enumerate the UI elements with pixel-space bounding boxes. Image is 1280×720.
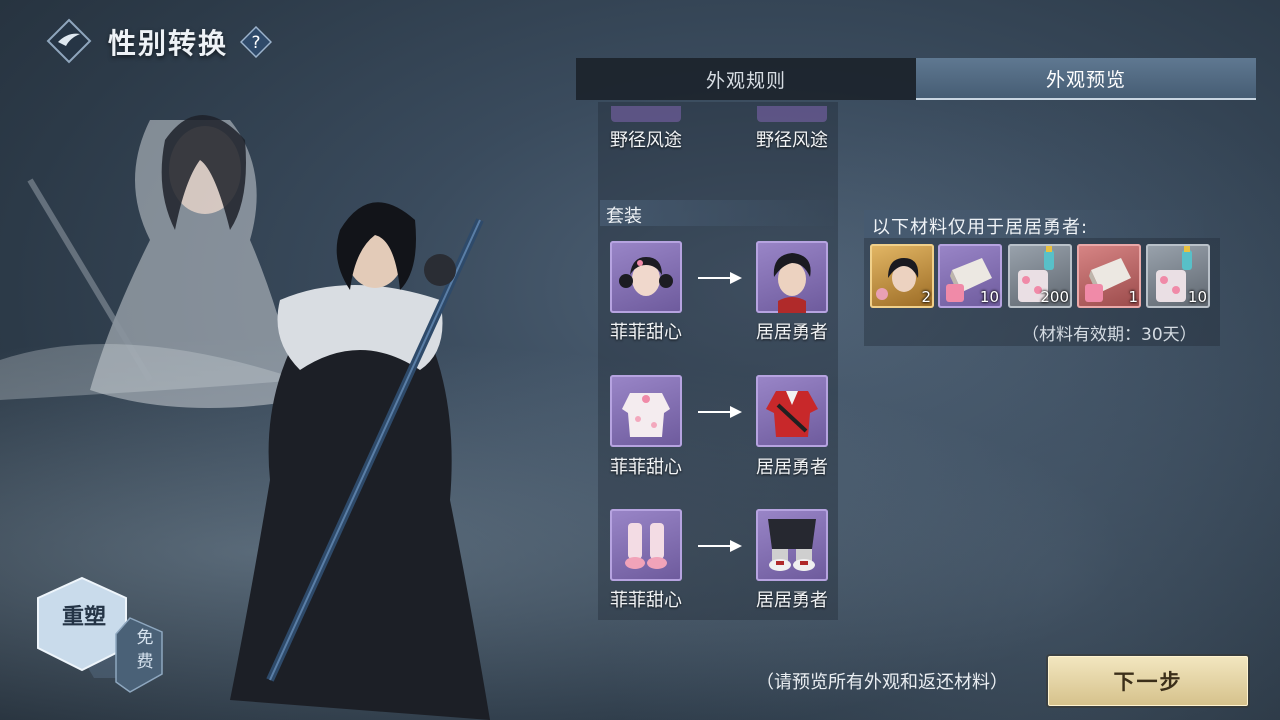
top-item-card-to[interactable] (757, 106, 827, 122)
material-qty: 1 (1128, 288, 1138, 306)
from-card-hair[interactable] (610, 241, 682, 313)
to-name-hair: 居居勇者 (756, 322, 828, 343)
top-icon-female (622, 393, 670, 437)
top-from-name: 野径风途 (610, 130, 682, 151)
arrow-right-icon (698, 540, 742, 552)
page-title: 性别转换 (108, 27, 229, 60)
preview-hint: （请预览所有外观和返还材料） (756, 672, 1008, 693)
hair-icon-male (773, 253, 811, 313)
to-card-shoes[interactable] (756, 509, 828, 581)
from-card-shoes[interactable] (610, 509, 682, 581)
shoes-icon-female (625, 523, 667, 569)
top-icon-male (766, 391, 818, 437)
materials-title: 以下材料仅用于居居勇者: (872, 217, 1089, 238)
hair-icon-female (619, 257, 673, 296)
from-name-hair: 菲菲甜心 (610, 322, 682, 343)
to-card-top[interactable] (756, 375, 828, 447)
top-to-name: 野径风途 (756, 130, 828, 151)
from-card-top[interactable] (610, 375, 682, 447)
to-name-shoes: 居居勇者 (756, 590, 828, 611)
material-qty: 200 (1040, 288, 1069, 306)
section-title: 套装 (606, 206, 642, 227)
back-icon[interactable] (46, 18, 92, 64)
material-item-1[interactable]: 2 (870, 244, 934, 308)
materials-header: 以下材料仅用于居居勇者: (864, 210, 1204, 238)
material-item-3[interactable]: 200 (1008, 244, 1072, 308)
material-item-4[interactable]: 1 (1077, 244, 1141, 308)
tab-rules[interactable]: 外观规则 (576, 58, 916, 100)
tab-bar: 外观规则 外观预览 (576, 58, 1256, 100)
male-character-portrait (230, 202, 490, 720)
help-icon[interactable]: ? (240, 26, 272, 58)
shoes-icon-male (768, 519, 816, 571)
material-qty: 10 (1187, 288, 1207, 306)
arrow-right-icon (698, 406, 742, 418)
to-name-top: 居居勇者 (756, 457, 828, 478)
help-symbol: ? (251, 33, 260, 53)
material-qty: 2 (921, 288, 931, 306)
to-card-hair[interactable] (756, 241, 828, 313)
material-item-2[interactable]: 10 (938, 244, 1002, 308)
top-item-card-from[interactable] (611, 106, 681, 122)
material-item-5[interactable]: 10 (1146, 244, 1210, 308)
free-label: 免费 (136, 628, 154, 672)
material-expiry: （材料有效期：30天） (1022, 325, 1197, 345)
material-qty: 10 (979, 288, 999, 306)
tab-preview[interactable]: 外观预览 (916, 58, 1256, 100)
from-name-shoes: 菲菲甜心 (610, 590, 682, 611)
section-header: 套装 (600, 200, 834, 227)
next-step-button[interactable]: 下一步 (1048, 656, 1248, 706)
arrow-right-icon (698, 272, 742, 284)
reshape-label[interactable]: 重塑 (62, 604, 106, 632)
from-name-top: 菲菲甜心 (610, 457, 682, 478)
